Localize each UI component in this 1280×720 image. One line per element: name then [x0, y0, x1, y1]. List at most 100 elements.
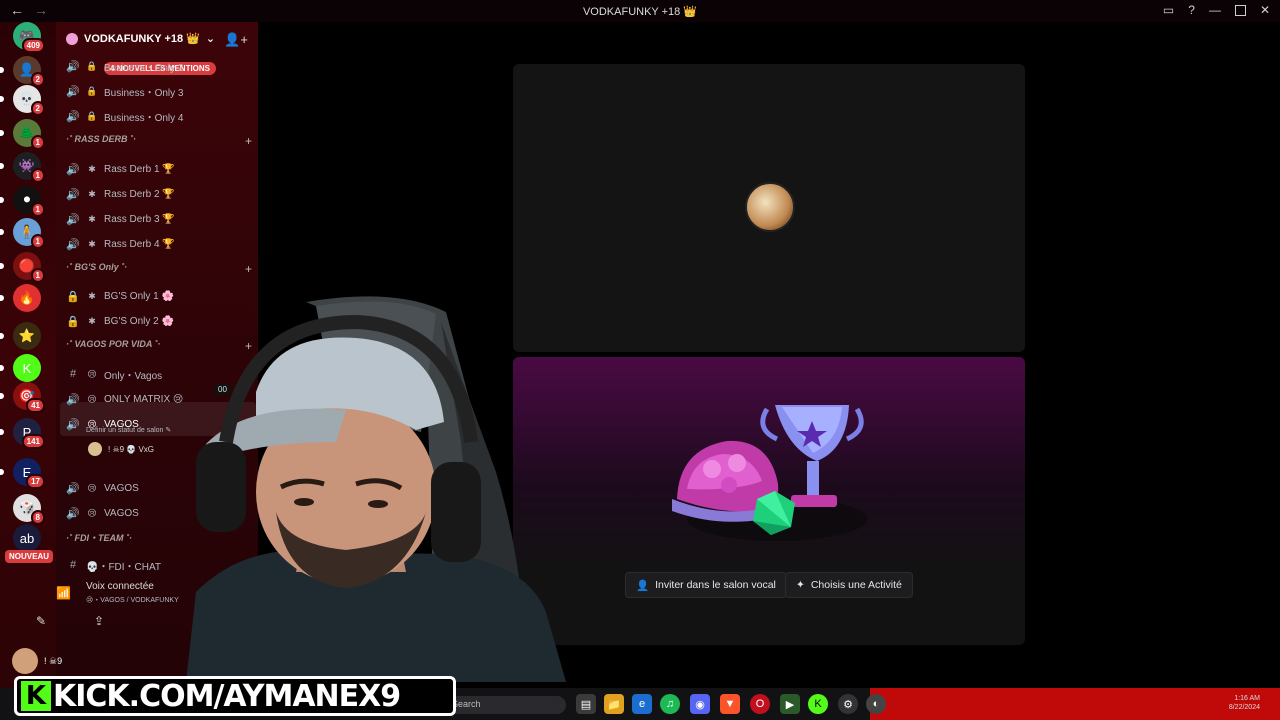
server-icon-server-11[interactable]: K	[0, 354, 41, 382]
channel-name: Rass Derb 2 🏆	[104, 188, 175, 200]
add-member-icon[interactable]: 👤+	[224, 32, 248, 48]
kick-url: KICK.COM/AYMANEX9	[53, 678, 401, 714]
title-bar: ← → VODKAFUNKY +18 👑 ▭ ? — ✕	[0, 0, 1280, 22]
unread-pip	[0, 365, 4, 371]
edge-icon[interactable]: e	[632, 694, 652, 714]
server-icon-server-2[interactable]: 👤 2	[0, 56, 45, 87]
brave-icon[interactable]: ▼	[720, 694, 740, 714]
server-header[interactable]: VODKAFUNKY +18 👑 ⌄	[66, 32, 215, 45]
activity-illustration	[672, 405, 867, 541]
server-icon-server-16[interactable]: ab	[13, 524, 41, 552]
screen-share-icon[interactable]: ⇪	[82, 610, 116, 632]
notification-badge: 8	[30, 510, 45, 525]
voice-channel-icon: 🔊	[66, 60, 80, 73]
app-icon[interactable]: ▶	[780, 694, 800, 714]
webcam-overlay	[186, 296, 566, 682]
kick-logo-icon: K	[21, 681, 51, 711]
voice-user[interactable]: ! ☠9 💀 VxG	[88, 442, 154, 456]
obs-icon[interactable]: ◐	[866, 694, 886, 714]
notification-badge: 2	[30, 101, 45, 116]
channel-item[interactable]: 🔊 ✱ Rass Derb 1 🏆	[66, 159, 252, 179]
voice-channel[interactable]: 😢・VAGOS / VODKAFUNKY	[86, 595, 179, 605]
channel-item[interactable]: 🔊 ✱ Rass Derb 2 🏆	[66, 184, 252, 204]
settings-icon[interactable]: ⚙	[838, 694, 858, 714]
channel-name: VAGOS	[104, 418, 139, 430]
avatar	[12, 648, 38, 674]
server-icon-server-12[interactable]: 🎯 41	[0, 382, 45, 413]
text-channel-icon: #	[69, 559, 77, 571]
server-icon-server-14[interactable]: E 17	[0, 458, 45, 489]
help-icon[interactable]: ?	[1188, 3, 1195, 17]
minimize-icon[interactable]: —	[1209, 3, 1221, 17]
voice-channel-icon: 🔊	[66, 213, 80, 226]
unread-pip	[0, 393, 4, 399]
lock-icon: 🔒	[86, 110, 98, 121]
voice-channel-icon: 🔊	[66, 163, 80, 176]
unread-pip	[0, 295, 4, 301]
channel-item[interactable]: 🔊 🔒 Business・Only 4	[66, 106, 252, 126]
discord-icon[interactable]: ◉	[690, 694, 710, 714]
user-panel[interactable]: ! ☠9	[12, 648, 62, 674]
channel-item[interactable]: 🔊 🔒 Business・Only 3	[66, 81, 252, 101]
invite-voice-button[interactable]: 👤 Inviter dans le salon vocal	[625, 572, 787, 598]
lock-icon: 🔒	[86, 60, 98, 71]
voice-channel-icon: 🔊	[66, 482, 80, 495]
channel-item[interactable]: 🔊 ✱ Rass Derb 4 🏆	[66, 234, 252, 254]
notification-badge: 1	[30, 234, 45, 249]
close-icon[interactable]: ✕	[1260, 3, 1270, 17]
add-channel-icon[interactable]: +	[245, 262, 252, 276]
emoji-icon: 😢	[87, 393, 97, 404]
channel-name: VAGOS	[104, 482, 139, 494]
server-glyph: K	[22, 360, 32, 376]
server-icon-server-9[interactable]: 🔥	[0, 284, 41, 312]
unread-pip	[0, 197, 4, 203]
server-icon-server-8[interactable]: 🔴 1	[0, 252, 45, 283]
server-icon-home[interactable]: 🎮 409	[13, 22, 45, 53]
add-channel-icon[interactable]: +	[245, 134, 252, 148]
taskbar-overlay	[870, 688, 1280, 720]
voice-status[interactable]: Voix connectée	[86, 581, 154, 592]
voice-channel-icon: 🔊	[66, 110, 80, 123]
server-icon-server-7[interactable]: 🧍 1	[0, 218, 45, 249]
unread-pip	[0, 429, 4, 435]
channel-name: Business・Only 2	[104, 62, 184, 74]
channel-name: Rass Derb 4 🏆	[104, 238, 175, 250]
kick-app-icon[interactable]: K	[808, 694, 828, 714]
category-rass-derb[interactable]: ·˚ RASS DERB ˚· +	[66, 134, 252, 148]
chevron-down-icon: ⌄	[205, 33, 216, 45]
server-icon-server-15[interactable]: 🎲 8	[13, 494, 45, 525]
server-icon-server-10[interactable]: ⭐	[0, 322, 41, 350]
channel-item[interactable]: 🔊 ✱ Rass Derb 3 🏆	[66, 209, 252, 229]
server-icon-server-4[interactable]: 🌲 1	[0, 119, 45, 150]
category-bgs-only[interactable]: ·˚ BG'S Only ˚· +	[66, 262, 252, 276]
voice-channel-icon: 🔊	[66, 188, 80, 201]
notification-badge: 1	[30, 202, 45, 217]
taskbar-search[interactable]: Search	[444, 696, 566, 714]
channel-name: 💀・FDI・CHAT	[86, 561, 162, 573]
channel-item[interactable]: 🔊 🔒 Business・Only 2	[66, 56, 252, 76]
server-icon-server-6[interactable]: ⚫ 1	[0, 186, 45, 217]
notification-badge: 1	[30, 135, 45, 150]
notification-badge: 141	[21, 434, 45, 449]
task-view-icon[interactable]: ▤	[576, 694, 596, 714]
server-icon-server-3[interactable]: 💀 2	[0, 85, 45, 116]
channel-name: Only・Vagos	[104, 370, 163, 382]
signal-icon: 📶	[56, 586, 71, 600]
voice-channel-icon: 🔒	[66, 290, 80, 303]
choose-activity-button[interactable]: ✦ Choisis une Activité	[785, 572, 913, 598]
voice-channel-icon: 🔊	[66, 238, 80, 251]
voice-channel-icon: 🔊	[66, 507, 80, 520]
file-explorer-icon[interactable]: 📁	[604, 694, 624, 714]
server-icon-server-5[interactable]: 👾 1	[0, 152, 45, 183]
server-glyph: 🔥	[18, 290, 36, 305]
channel-name: BG'S Only 2 🌸	[104, 315, 174, 327]
emoji-icon: 😢	[87, 418, 97, 429]
spotify-icon[interactable]: ♫	[660, 694, 680, 714]
system-tray-clock[interactable]: 1:16 AM 8/22/2024	[1229, 694, 1260, 712]
channel-name: VAGOS	[104, 507, 139, 519]
noise-suppression-icon[interactable]: ✎	[24, 610, 58, 632]
server-icon-server-13[interactable]: P 141	[0, 418, 45, 449]
inbox-icon[interactable]: ▭	[1163, 3, 1174, 17]
opera-icon[interactable]: O	[750, 694, 770, 714]
maximize-icon[interactable]	[1234, 5, 1246, 16]
